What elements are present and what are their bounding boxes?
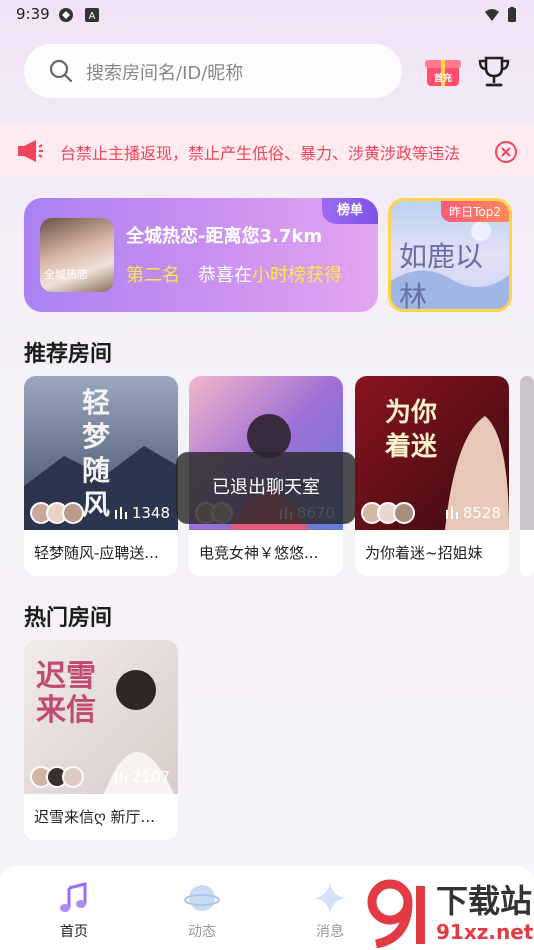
audio-bars-icon bbox=[445, 507, 458, 519]
notice-bar: 台禁止主播返现，禁止产生低俗、暴力、涉黄涉政等违法 bbox=[0, 126, 534, 176]
tab-label: 动态 bbox=[188, 924, 216, 940]
section-title-recommended: 推荐房间 bbox=[24, 342, 113, 367]
signal-app-icon bbox=[59, 8, 73, 22]
room-heat-count: 8528 bbox=[445, 504, 501, 522]
room-member-avatars bbox=[361, 502, 421, 524]
audio-bars-icon bbox=[114, 771, 127, 783]
sparkle-icon bbox=[314, 882, 346, 914]
notification-a-icon: A bbox=[85, 8, 99, 22]
rank-room-avatar: 全城热恋 bbox=[40, 218, 114, 292]
search-input[interactable]: 搜索房间名/ID/昵称 bbox=[24, 44, 402, 98]
audio-bars-icon bbox=[114, 507, 127, 519]
megaphone-icon bbox=[18, 140, 43, 162]
room-card[interactable]: 为你着迷 8528 为你着迷~招姐妹 bbox=[355, 376, 509, 576]
top2-tag: 昨日Top2 bbox=[441, 201, 509, 222]
room-name: 为你着迷~招姐妹 bbox=[365, 544, 483, 562]
room-card-partial[interactable] bbox=[520, 376, 534, 576]
rank-title: 全城热恋-距离您3.7km bbox=[126, 226, 323, 247]
first-recharge-gift-icon[interactable]: 首充 bbox=[424, 52, 462, 90]
room-count-value: 8528 bbox=[462, 504, 501, 522]
room-cover-title: 为你着迷 bbox=[385, 398, 438, 462]
planet-icon bbox=[184, 885, 220, 911]
section-title-hot: 热门房间 bbox=[24, 606, 113, 631]
trophy-icon[interactable] bbox=[476, 54, 512, 90]
avatar bbox=[393, 502, 415, 524]
room-count-value: 2107 bbox=[131, 768, 170, 786]
rank-banner[interactable]: 全城热恋 全城热恋-距离您3.7km 第二名 恭喜在小时榜获得 榜单 bbox=[24, 198, 378, 312]
room-heat-count: 2107 bbox=[114, 768, 170, 786]
music-note-icon bbox=[60, 882, 87, 912]
svg-text:A: A bbox=[89, 11, 96, 22]
yesterday-top2-card[interactable]: 如鹿以林 昨日Top2 bbox=[388, 198, 512, 312]
recharge-label: 首充 bbox=[434, 72, 452, 84]
top2-art-text: 如鹿以林 bbox=[399, 240, 484, 312]
tab-home[interactable]: 首页 bbox=[14, 866, 134, 950]
rank-list-tag: 榜单 bbox=[322, 198, 378, 224]
room-cover-title: 迟雪来信 bbox=[36, 659, 96, 728]
rank-position: 第二名 bbox=[126, 265, 180, 286]
battery-icon bbox=[508, 7, 516, 22]
watermark-logo: 下载站 91xz.net bbox=[364, 876, 534, 950]
watermark-title: 下载站 bbox=[436, 882, 533, 920]
room-member-avatars bbox=[30, 502, 90, 524]
toast-message: 已退出聊天室 bbox=[176, 452, 356, 524]
wifi-icon bbox=[485, 9, 499, 21]
status-bar: 9:39 A bbox=[0, 0, 534, 30]
room-card[interactable]: 轻梦随风 1348 轻梦随风-应聘送... bbox=[24, 376, 178, 576]
status-time: 9:39 bbox=[16, 5, 50, 23]
tab-label: 首页 bbox=[60, 924, 88, 940]
room-name: 迟雪来信ღ 新厅... bbox=[34, 808, 155, 826]
notice-text: 台禁止主播返现，禁止产生低俗、暴力、涉黄涉政等违法 bbox=[60, 144, 461, 163]
tab-moments[interactable]: 动态 bbox=[142, 866, 262, 950]
room-name: 轻梦随风-应聘送... bbox=[34, 544, 159, 562]
room-card[interactable]: 迟雪来信 2107 迟雪来信ღ 新厅... bbox=[24, 640, 178, 840]
room-heat-count: 1348 bbox=[114, 504, 170, 522]
rank-avatar-caption: 全城热恋 bbox=[44, 268, 88, 281]
rank-highlight: 小时榜获得 bbox=[252, 265, 342, 286]
search-icon bbox=[49, 59, 73, 83]
room-count-value: 1348 bbox=[131, 504, 170, 522]
watermark-url: 91xz.net bbox=[436, 920, 534, 944]
close-icon[interactable] bbox=[494, 140, 518, 164]
rank-subtitle: 第二名 恭喜在小时榜获得 bbox=[126, 261, 342, 287]
avatar bbox=[62, 766, 84, 788]
rank-congrats: 恭喜在 bbox=[198, 265, 252, 286]
search-placeholder: 搜索房间名/ID/昵称 bbox=[86, 63, 244, 84]
room-member-avatars bbox=[30, 766, 90, 788]
watermark-91-logo-icon bbox=[367, 879, 425, 948]
room-name: 电竞女神￥悠悠... bbox=[199, 544, 319, 562]
avatar bbox=[62, 502, 84, 524]
